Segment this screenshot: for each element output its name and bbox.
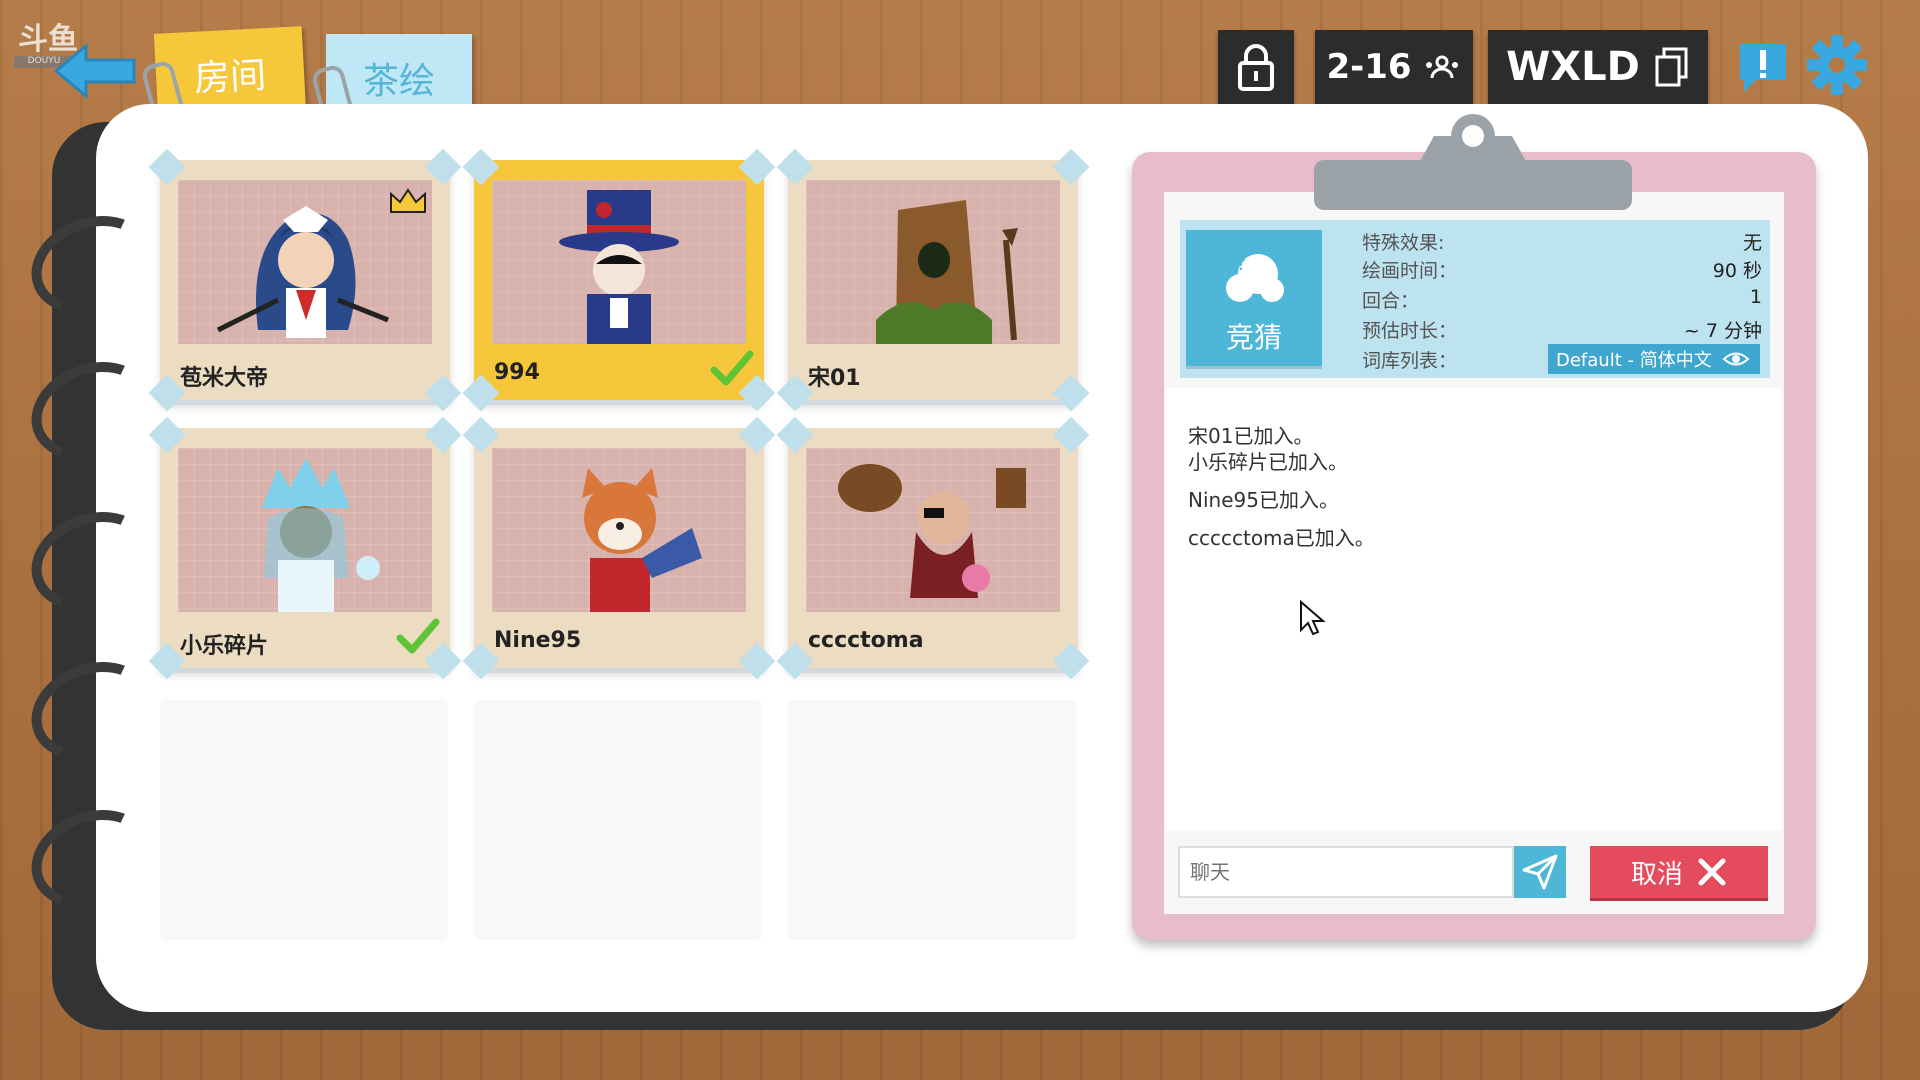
player-range: 2-16	[1326, 47, 1412, 87]
settings-button[interactable]	[1806, 34, 1868, 96]
player-avatar	[806, 448, 1060, 612]
chat-input[interactable]	[1178, 846, 1514, 898]
people-icon	[1425, 55, 1458, 79]
avatar-pirate-chef	[838, 464, 1026, 598]
guess-mode-icon: ?	[1226, 251, 1284, 302]
player-card[interactable]: cccctoma	[776, 416, 1090, 680]
info-est-duration: 预估时长： ~ 7 分钟	[1362, 320, 1762, 342]
player-avatar	[178, 448, 432, 612]
player-name: 宋01	[808, 366, 861, 391]
lock-room-button[interactable]	[1218, 30, 1294, 104]
gear-icon	[1807, 35, 1867, 95]
back-button[interactable]	[52, 42, 138, 100]
paper-plane-icon	[1522, 854, 1558, 890]
cancel-label: 取消	[1630, 859, 1683, 890]
avatar-shiba-dog	[582, 468, 702, 612]
player-name: 小乐碎片	[180, 634, 269, 659]
empty-player-slot	[474, 700, 762, 940]
avatar-magician	[559, 190, 679, 344]
info-draw-time: 绘画时间： 90 秒	[1362, 260, 1762, 282]
game-mode-card[interactable]: ? 竞猜	[1186, 230, 1322, 366]
chat-message: Nine95已加入。	[1188, 488, 1339, 512]
player-name: 苞米大帝	[180, 366, 269, 391]
mouse-cursor-icon	[1300, 600, 1326, 636]
avatar-ice-priestess	[262, 458, 380, 612]
svg-text:?: ?	[1236, 251, 1247, 275]
info-word-list: 词库列表：	[1362, 350, 1458, 372]
player-card[interactable]: 小乐碎片	[148, 416, 462, 680]
chat-message: 宋01已加入。	[1188, 424, 1314, 448]
chat-message: ccccctoma已加入。	[1188, 526, 1375, 550]
room-code-button[interactable]: WXLD	[1488, 30, 1708, 104]
player-count-button[interactable]: 2-16	[1315, 30, 1473, 104]
lock-icon	[1238, 44, 1274, 91]
copy-icon	[1655, 47, 1688, 87]
checkmark-icon	[396, 618, 440, 654]
player-name: Nine95	[494, 628, 582, 653]
player-avatar	[492, 448, 746, 612]
send-button[interactable]	[1514, 846, 1566, 898]
player-card[interactable]: 宋01	[776, 148, 1090, 412]
x-icon	[1698, 858, 1726, 886]
report-button[interactable]	[1736, 40, 1790, 94]
room-code: WXLD	[1506, 44, 1640, 90]
tab-room-label: 房间	[193, 55, 268, 100]
chat-message: 小乐碎片已加入。	[1188, 450, 1348, 474]
crown-icon	[390, 188, 426, 213]
empty-player-slot	[788, 700, 1076, 940]
word-list-value: Default - 简体中文	[1556, 350, 1712, 371]
eye-icon	[1722, 352, 1750, 366]
avatar-tree-creature	[876, 200, 1018, 344]
player-card[interactable]: Nine95	[462, 416, 776, 680]
chat-log: 宋01已加入。 小乐碎片已加入。 Nine95已加入。 ccccctoma已加入…	[1166, 388, 1782, 830]
checkmark-icon	[710, 350, 754, 386]
player-card[interactable]: 苞米大帝	[148, 148, 462, 412]
player-avatar	[492, 180, 746, 344]
player-name: 994	[494, 360, 540, 385]
cancel-button[interactable]: 取消	[1590, 846, 1768, 898]
player-card[interactable]: 994	[462, 148, 776, 412]
exclamation-icon	[1740, 44, 1786, 92]
tab-tea-label: 茶绘	[362, 61, 435, 102]
player-name: cccctoma	[808, 628, 924, 653]
player-avatar	[806, 180, 1060, 344]
info-rounds: 回合： 1	[1362, 286, 1762, 312]
empty-player-slot	[160, 700, 448, 940]
clipboard-clip-icon	[1314, 114, 1632, 210]
info-effects: 特殊效果: 无	[1362, 232, 1762, 254]
game-mode-label: 竞猜	[1225, 321, 1282, 354]
arrow-left-icon	[53, 42, 136, 100]
word-list-selector[interactable]: Default - 简体中文	[1548, 344, 1760, 374]
